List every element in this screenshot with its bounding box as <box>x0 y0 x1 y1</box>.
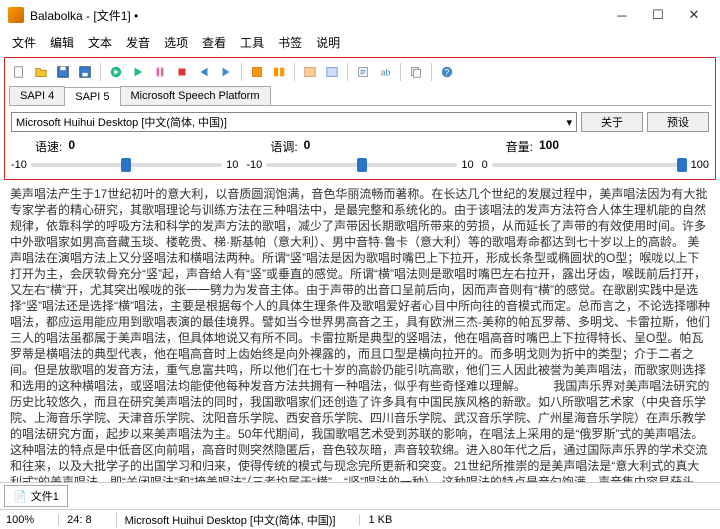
volume-value: 100 <box>539 138 559 155</box>
sliders: 语速: 0 -10 10 语调: 0 -10 10 音量: 100 0 100 <box>7 134 713 173</box>
volume-min: 0 <box>482 159 488 171</box>
menu-tools[interactable]: 工具 <box>234 32 270 53</box>
statusbar: 100% 24: 8 Microsoft Huihui Desktop [中文(… <box>0 509 720 529</box>
pitch-max: 10 <box>461 159 473 171</box>
volume-label: 音量: <box>506 138 533 155</box>
close-button[interactable]: ✕ <box>676 1 712 29</box>
voice-row: Microsoft Huihui Desktop [中文(简体, 中国)] ▾ … <box>7 110 713 134</box>
svg-text:ab: ab <box>381 68 391 78</box>
status-pos: 24: 8 <box>58 514 91 526</box>
menu-text[interactable]: 文本 <box>82 32 118 53</box>
volume-slider[interactable] <box>492 163 687 167</box>
voice-selected: Microsoft Huihui Desktop [中文(简体, 中国)] <box>16 114 227 130</box>
status-size: 1 KB <box>359 514 392 526</box>
rate-label: 语速: <box>35 138 62 155</box>
rate-slider[interactable] <box>31 163 222 167</box>
about-button[interactable]: 关于 <box>581 112 643 132</box>
tab-sapi4[interactable]: SAPI 4 <box>9 86 65 105</box>
pitch-min: -10 <box>246 159 262 171</box>
next-icon[interactable] <box>216 62 236 82</box>
engine-tabs: SAPI 4 SAPI 5 Microsoft Speech Platform <box>9 86 711 106</box>
save-icon[interactable] <box>53 62 73 82</box>
voice-select[interactable]: Microsoft Huihui Desktop [中文(简体, 中国)] ▾ <box>11 112 577 132</box>
export-split-icon[interactable] <box>269 62 289 82</box>
volume-group: 音量: 100 0 100 <box>482 138 709 171</box>
help-icon[interactable]: ? <box>437 62 457 82</box>
status-voice: Microsoft Huihui Desktop [中文(简体, 中国)] <box>116 512 336 528</box>
volume-max: 100 <box>691 159 709 171</box>
file-icon: 📄 <box>13 490 27 503</box>
pitch-group: 语调: 0 -10 10 <box>246 138 473 171</box>
menu-help[interactable]: 说明 <box>310 32 346 53</box>
format-icon[interactable] <box>353 62 373 82</box>
rate-min: -10 <box>11 159 27 171</box>
tab-msspeech[interactable]: Microsoft Speech Platform <box>120 86 271 105</box>
tab-sapi5[interactable]: SAPI 5 <box>64 87 120 106</box>
file-tabs: 📄 文件1 <box>0 482 720 509</box>
prev-icon[interactable] <box>194 62 214 82</box>
titlebar: Balabolka - [文件1] • ─ ☐ ✕ <box>0 0 720 30</box>
new-icon[interactable] <box>9 62 29 82</box>
menu-edit[interactable]: 编辑 <box>44 32 80 53</box>
pitch-slider[interactable] <box>266 163 457 167</box>
spell-icon[interactable]: ab <box>375 62 395 82</box>
stop-icon[interactable] <box>172 62 192 82</box>
filetab-label: 文件1 <box>31 488 59 504</box>
panel1-icon[interactable] <box>300 62 320 82</box>
text-content[interactable]: 美声唱法产生于17世纪初叶的意大利，以音质圆润饱满，音色华丽流畅而著称。在长达几… <box>0 182 720 482</box>
menu-bookmarks[interactable]: 书签 <box>272 32 308 53</box>
pause-icon[interactable] <box>150 62 170 82</box>
rate-value: 0 <box>68 138 75 155</box>
menubar: 文件 编辑 文本 发音 选项 查看 工具 书签 说明 <box>0 30 720 55</box>
menu-file[interactable]: 文件 <box>6 32 42 53</box>
filetab-1[interactable]: 📄 文件1 <box>4 485 68 507</box>
menu-speech[interactable]: 发音 <box>120 32 156 53</box>
maximize-button[interactable]: ☐ <box>640 1 676 29</box>
pitch-label: 语调: <box>270 138 297 155</box>
toolbar: ab ? <box>7 60 713 84</box>
app-icon <box>8 7 24 23</box>
preset-button[interactable]: 预设 <box>647 112 709 132</box>
svg-text:?: ? <box>444 68 449 78</box>
menu-options[interactable]: 选项 <box>158 32 194 53</box>
minimize-button[interactable]: ─ <box>604 1 640 29</box>
rate-max: 10 <box>226 159 238 171</box>
menu-view[interactable]: 查看 <box>196 32 232 53</box>
saveas-icon[interactable] <box>75 62 95 82</box>
play-icon[interactable] <box>128 62 148 82</box>
rate-group: 语速: 0 -10 10 <box>11 138 238 171</box>
window-title: Balabolka - [文件1] • <box>30 7 604 24</box>
status-zoom: 100% <box>6 514 34 526</box>
chevron-down-icon: ▾ <box>566 116 572 129</box>
copy-icon[interactable] <box>406 62 426 82</box>
open-icon[interactable] <box>31 62 51 82</box>
pitch-value: 0 <box>304 138 311 155</box>
export-audio-icon[interactable] <box>247 62 267 82</box>
speak-icon[interactable] <box>106 62 126 82</box>
toolbar-panel: ab ? SAPI 4 SAPI 5 Microsoft Speech Plat… <box>4 57 716 180</box>
panel2-icon[interactable] <box>322 62 342 82</box>
